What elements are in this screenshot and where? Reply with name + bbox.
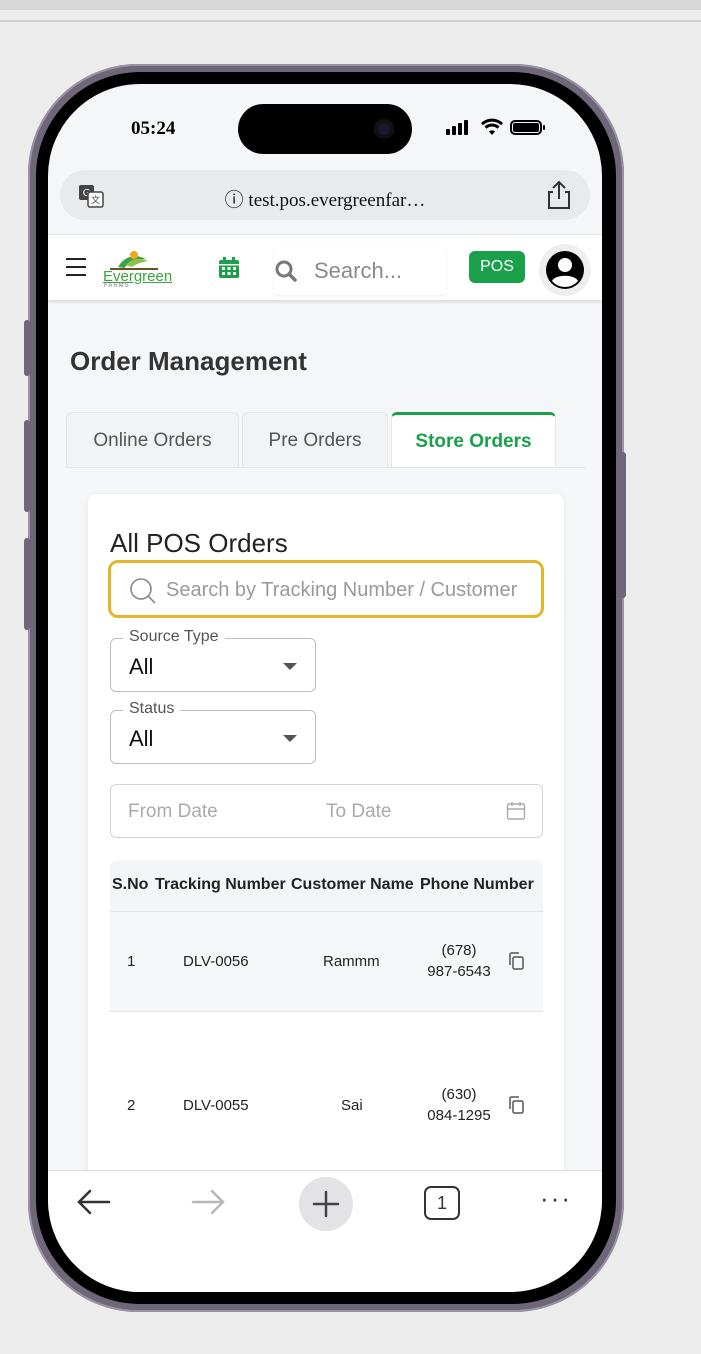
camera-icon xyxy=(374,119,394,139)
user-avatar-icon[interactable] xyxy=(539,244,591,296)
date-range-picker[interactable]: From Date To Date xyxy=(110,784,543,838)
search-icon xyxy=(130,578,156,604)
volume-up-button xyxy=(24,420,30,512)
order-tabs: Online Orders Pre Orders Store Orders xyxy=(66,412,586,468)
card-title: All POS Orders xyxy=(110,528,288,558)
source-type-value: All xyxy=(129,654,154,679)
phone-screen: 05:24 G 文 ⓘ test.pos.evergreenfar… Everg… xyxy=(48,84,602,1292)
evergreen-logo[interactable]: Evergreen FARMS xyxy=(100,247,174,291)
copy-icon[interactable] xyxy=(508,952,524,970)
to-date-input[interactable]: To Date xyxy=(326,801,391,823)
source-type-label: Source Type xyxy=(123,628,225,646)
calendar-icon[interactable] xyxy=(218,257,240,279)
orders-table: S.No Tracking Number Customer Name Phone… xyxy=(110,860,543,1214)
power-button xyxy=(620,452,626,598)
dropdown-arrow-icon xyxy=(283,663,297,670)
calendar-icon[interactable] xyxy=(506,801,526,821)
status-select[interactable]: Status All xyxy=(110,700,316,764)
top-strip xyxy=(0,0,701,10)
logo-subtext: FARMS xyxy=(104,283,130,289)
search-icon xyxy=(275,260,297,282)
top-divider xyxy=(0,20,701,22)
cell-tracking: DLV-0056 xyxy=(183,953,249,970)
cell-tracking: DLV-0055 xyxy=(183,1097,249,1114)
cell-sno: 2 xyxy=(127,1097,136,1114)
info-icon: ⓘ xyxy=(224,190,249,211)
share-icon[interactable] xyxy=(546,180,572,210)
cell-sno: 1 xyxy=(127,953,136,970)
browser-toolbar: 1 ··· xyxy=(48,1170,602,1292)
order-search-placeholder: Search by Tracking Number / Customer xyxy=(166,579,518,601)
forward-arrow-icon[interactable] xyxy=(190,1187,226,1217)
signal-icon xyxy=(446,120,468,135)
column-header: Customer Name xyxy=(291,876,414,893)
cell-phone: (678) 987-6543 xyxy=(427,942,491,980)
column-header: Phone Number xyxy=(420,876,534,893)
plus-icon xyxy=(312,1190,340,1218)
new-tab-button[interactable] xyxy=(299,1177,353,1231)
page-title: Order Management xyxy=(70,346,307,376)
dropdown-arrow-icon xyxy=(283,735,297,742)
pos-button[interactable]: POS xyxy=(469,251,525,283)
volume-down-button xyxy=(24,538,30,630)
pos-orders-card: All POS Orders Search by Tracking Number… xyxy=(88,494,564,1214)
more-options-icon[interactable]: ··· xyxy=(540,1183,572,1214)
table-row[interactable]: 1 DLV-0056 Rammm (678) 987-6543 xyxy=(110,912,543,1012)
tab-online-orders[interactable]: Online Orders xyxy=(66,412,239,468)
dynamic-island xyxy=(238,104,412,154)
wifi-icon xyxy=(480,117,504,143)
cell-phone: (630) 084-1295 xyxy=(427,1086,491,1124)
back-arrow-icon[interactable] xyxy=(76,1187,112,1217)
menu-icon[interactable] xyxy=(66,258,86,276)
from-date-input[interactable]: From Date xyxy=(128,801,218,823)
tabs-divider xyxy=(66,467,586,468)
tabs-button[interactable]: 1 xyxy=(424,1186,460,1220)
cell-customer: Rammm xyxy=(323,953,380,970)
column-header: S.No xyxy=(112,876,149,893)
source-type-select[interactable]: Source Type All xyxy=(110,628,316,692)
status-label: Status xyxy=(123,700,181,718)
column-header: Tracking Number xyxy=(155,876,286,893)
header-search[interactable]: Search... xyxy=(274,247,446,295)
cell-customer: Sai xyxy=(341,1097,363,1114)
tab-pre-orders[interactable]: Pre Orders xyxy=(242,412,388,468)
url-text[interactable]: ⓘ test.pos.evergreenfar… xyxy=(60,185,590,212)
tab-store-orders[interactable]: Store Orders xyxy=(391,412,556,468)
table-header: S.No Tracking Number Customer Name Phone… xyxy=(110,860,543,912)
order-search-field[interactable]: Search by Tracking Number / Customer xyxy=(108,560,544,618)
action-button xyxy=(24,320,30,376)
app-header: Evergreen FARMS Search... POS xyxy=(48,234,602,300)
battery-icon xyxy=(510,120,545,135)
header-search-input[interactable]: Search... xyxy=(314,258,402,284)
status-value: All xyxy=(129,726,154,751)
copy-icon[interactable] xyxy=(508,1096,524,1114)
status-time: 05:24 xyxy=(131,118,176,139)
address-bar[interactable]: G 文 ⓘ test.pos.evergreenfar… xyxy=(60,170,590,220)
